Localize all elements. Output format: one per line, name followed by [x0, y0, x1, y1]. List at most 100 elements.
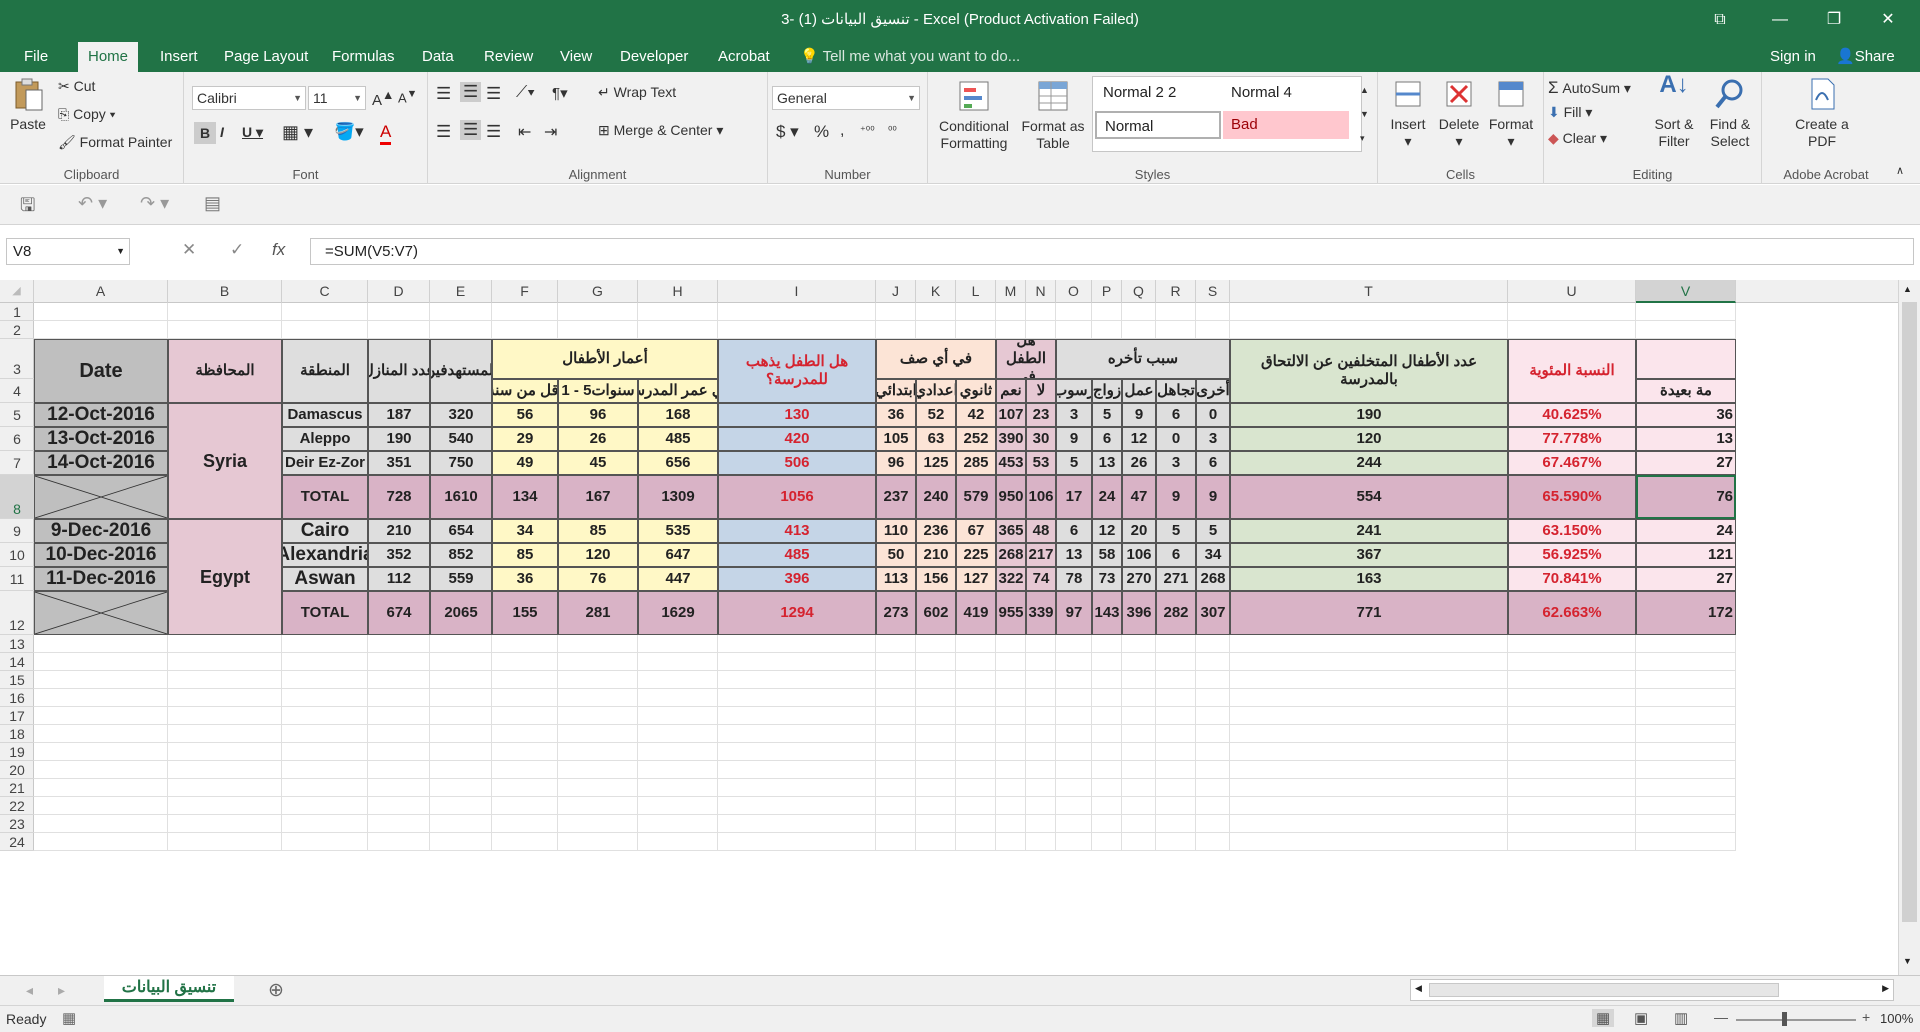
empty-cell[interactable]: [168, 797, 282, 815]
empty-cell[interactable]: [34, 815, 168, 833]
empty-cell[interactable]: [876, 815, 916, 833]
value-cell[interactable]: 485: [638, 427, 718, 451]
value-cell[interactable]: 210: [368, 519, 430, 543]
empty-cell[interactable]: [168, 743, 282, 761]
value-cell[interactable]: 1294: [718, 591, 876, 635]
empty-cell[interactable]: [282, 833, 368, 851]
form-icon[interactable]: ▤: [204, 193, 221, 214]
value-cell[interactable]: 419: [956, 591, 996, 635]
percent-button[interactable]: %: [814, 122, 829, 142]
empty-cell[interactable]: [558, 635, 638, 653]
empty-cell[interactable]: [1156, 635, 1196, 653]
empty-cell[interactable]: [1056, 635, 1092, 653]
value-cell[interactable]: 322: [996, 567, 1026, 591]
conditional-formatting-button[interactable]: Conditional Formatting: [934, 78, 1014, 152]
empty-cell[interactable]: [916, 815, 956, 833]
empty-cell[interactable]: [876, 725, 916, 743]
header-marriage[interactable]: زواج: [1092, 379, 1122, 403]
share-button[interactable]: 👤Share: [1836, 42, 1895, 72]
empty-cell[interactable]: [492, 635, 558, 653]
value-cell[interactable]: 85: [558, 519, 638, 543]
empty-cell[interactable]: [1508, 743, 1636, 761]
add-sheet-icon[interactable]: ⊕: [268, 979, 284, 1002]
empty-cell[interactable]: [1122, 671, 1156, 689]
empty-cell[interactable]: [996, 671, 1026, 689]
column-header[interactable]: I: [718, 280, 876, 303]
value-cell[interactable]: 281: [558, 591, 638, 635]
empty-cell[interactable]: [1636, 707, 1736, 725]
page-layout-view-icon[interactable]: ▣: [1634, 1009, 1648, 1027]
empty-cell[interactable]: [1636, 321, 1736, 339]
empty-cell[interactable]: [1092, 779, 1122, 797]
tab-acrobat[interactable]: Acrobat: [708, 42, 780, 72]
empty-cell[interactable]: [718, 797, 876, 815]
scroll-down-icon[interactable]: ▼: [1903, 956, 1912, 966]
percent-cell[interactable]: 67.467%: [1508, 451, 1636, 475]
empty-cell[interactable]: [34, 303, 168, 321]
empty-cell[interactable]: [956, 321, 996, 339]
format-as-table-button[interactable]: Format as Table: [1018, 78, 1088, 152]
empty-cell[interactable]: [34, 635, 168, 653]
empty-cell[interactable]: [1196, 833, 1230, 851]
empty-cell[interactable]: [492, 815, 558, 833]
empty-cell[interactable]: [638, 743, 718, 761]
empty-cell[interactable]: [916, 303, 956, 321]
value-cell[interactable]: 396: [718, 567, 876, 591]
value-cell[interactable]: 396: [1122, 591, 1156, 635]
empty-cell[interactable]: [282, 797, 368, 815]
empty-cell[interactable]: [718, 833, 876, 851]
wrap-text-button[interactable]: ↵ Wrap Text: [598, 84, 676, 101]
empty-cell[interactable]: [1026, 303, 1056, 321]
value-cell[interactable]: 654: [430, 519, 492, 543]
empty-cell[interactable]: [1508, 833, 1636, 851]
empty-cell[interactable]: [956, 671, 996, 689]
empty-cell[interactable]: [1122, 743, 1156, 761]
empty-cell[interactable]: [282, 815, 368, 833]
empty-cell[interactable]: [876, 635, 916, 653]
empty-cell[interactable]: [1026, 689, 1056, 707]
value-cell[interactable]: 420: [718, 427, 876, 451]
value-cell[interactable]: 674: [368, 591, 430, 635]
empty-cell[interactable]: [430, 815, 492, 833]
empty-cell[interactable]: [1156, 689, 1196, 707]
empty-cell[interactable]: [1026, 707, 1056, 725]
zoom-level[interactable]: 100%: [1880, 1011, 1913, 1026]
empty-cell[interactable]: [558, 815, 638, 833]
empty-cell[interactable]: [916, 321, 956, 339]
value-cell[interactable]: 49: [492, 451, 558, 475]
empty-cell[interactable]: [1092, 815, 1122, 833]
value-cell[interactable]: 852: [430, 543, 492, 567]
row-header[interactable]: 3: [0, 339, 34, 379]
empty-cell[interactable]: [718, 743, 876, 761]
row-header[interactable]: 6: [0, 427, 34, 451]
empty-cell[interactable]: [1092, 689, 1122, 707]
value-cell[interactable]: 6: [1092, 427, 1122, 451]
column-header[interactable]: A: [34, 280, 168, 303]
value-cell[interactable]: 48: [1026, 519, 1056, 543]
empty-cell[interactable]: [430, 779, 492, 797]
empty-cell[interactable]: [1230, 635, 1508, 653]
empty-cell[interactable]: [916, 779, 956, 797]
value-cell[interactable]: 42: [956, 403, 996, 427]
value-cell[interactable]: 453: [996, 451, 1026, 475]
scroll-thumb[interactable]: [1902, 302, 1917, 922]
restore-button[interactable]: ❐: [1814, 6, 1854, 34]
empty-cell[interactable]: [1026, 779, 1056, 797]
empty-cell[interactable]: [1196, 797, 1230, 815]
zoom-slider[interactable]: [1736, 1019, 1856, 1021]
empty-cell[interactable]: [168, 689, 282, 707]
empty-cell[interactable]: [1122, 689, 1156, 707]
empty-cell[interactable]: [996, 815, 1026, 833]
tab-page-layout[interactable]: Page Layout: [214, 42, 318, 72]
empty-cell[interactable]: [34, 689, 168, 707]
header-ages[interactable]: أعمار الأطفال: [492, 339, 718, 379]
empty-cell[interactable]: [956, 815, 996, 833]
style-normal-4[interactable]: Normal 4: [1223, 79, 1349, 107]
empty-cell[interactable]: [1196, 689, 1230, 707]
empty-cell[interactable]: [368, 689, 430, 707]
bold-button[interactable]: B: [194, 122, 216, 144]
value-cell[interactable]: 271: [1156, 567, 1196, 591]
minimize-button[interactable]: —: [1760, 6, 1800, 34]
value-cell[interactable]: 106: [1026, 475, 1056, 519]
date-cell[interactable]: 14-Oct-2016: [34, 451, 168, 475]
